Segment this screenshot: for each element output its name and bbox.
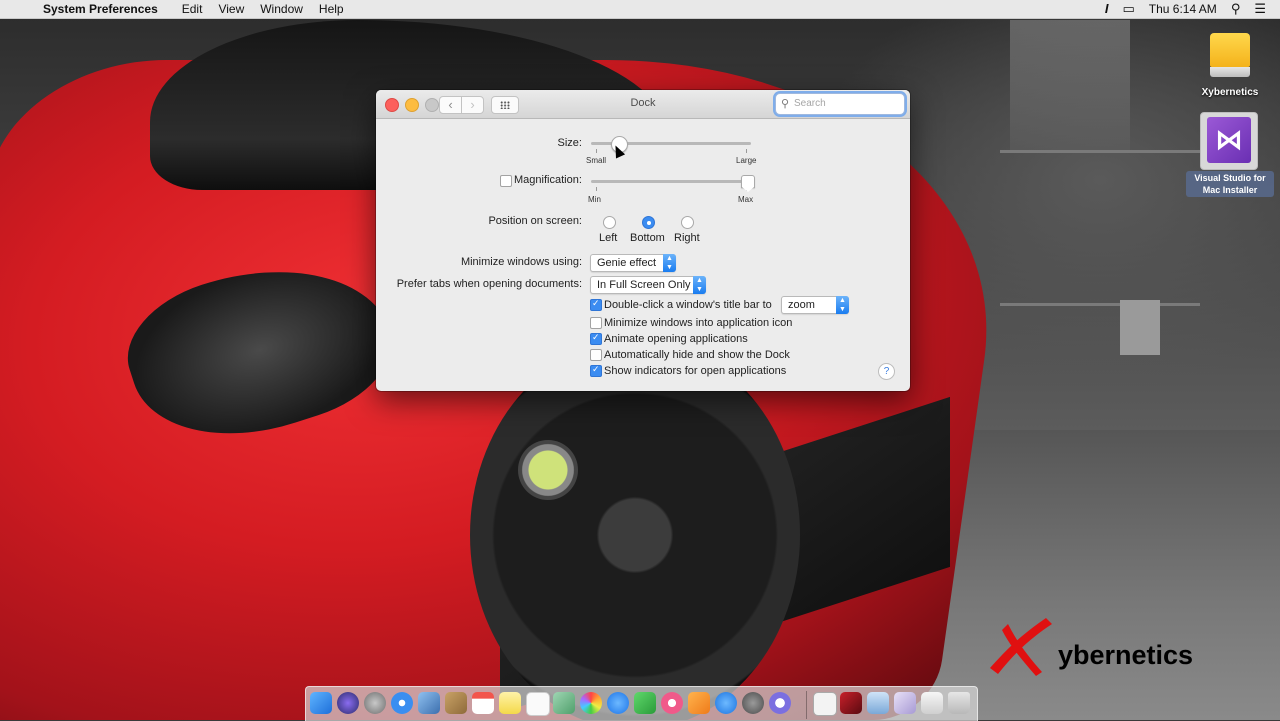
menu-bar: System Preferences Edit View Window Help… — [0, 0, 1280, 19]
visual-studio-installer-icon[interactable]: ⋈ — [1200, 112, 1258, 170]
menu-edit[interactable]: Edit — [182, 0, 203, 18]
screenshot-icon[interactable] — [840, 692, 862, 714]
show-indicators-label[interactable]: Show indicators for open applications — [604, 365, 786, 377]
minimize-effect-value: Genie effect — [597, 257, 657, 269]
ibooks-icon[interactable] — [688, 692, 710, 714]
prefer-tabs-label: Prefer tabs when opening documents: — [396, 278, 582, 290]
position-bottom-radio[interactable] — [642, 216, 655, 229]
animate-opening-checkbox[interactable] — [590, 332, 602, 345]
minimize-into-icon-checkbox[interactable] — [590, 317, 602, 329]
installer-thumbnail-icon[interactable] — [894, 692, 916, 714]
window-content: Size: Small Large Magnification: Min Max… — [376, 118, 910, 391]
drive-icon[interactable] — [1210, 33, 1250, 81]
menu-view[interactable]: View — [218, 0, 244, 18]
downloads-icon[interactable] — [769, 692, 791, 714]
menu-app-name[interactable]: System Preferences — [43, 0, 158, 18]
position-bottom-label[interactable]: Bottom — [630, 232, 665, 244]
size-min-label: Small — [586, 156, 607, 165]
show-indicators-checkbox[interactable] — [590, 364, 602, 377]
safari-icon[interactable] — [391, 692, 413, 714]
menu-clock[interactable]: Thu 6:14 AM — [1149, 0, 1217, 18]
double-click-checkbox[interactable] — [590, 298, 602, 311]
search-field[interactable]: ⚲ Search — [775, 93, 905, 115]
dock-separator — [806, 691, 807, 719]
magnification-max-label: Max — [738, 195, 754, 204]
magnification-slider-track[interactable] — [591, 180, 751, 183]
autohide-dock-label[interactable]: Automatically hide and show the Dock — [604, 349, 790, 361]
facetime-icon[interactable] — [634, 692, 656, 714]
menu-help[interactable]: Help — [319, 0, 344, 18]
popup-arrows-icon: ▲ ▼ — [693, 276, 706, 294]
popup-arrows-icon: ▲ ▼ — [836, 296, 849, 314]
notification-center-icon[interactable]: ☰ — [1254, 0, 1266, 18]
spotlight-search-icon[interactable]: ⚲ — [1231, 0, 1241, 18]
minimize-into-icon-label[interactable]: Minimize windows into application icon — [604, 317, 792, 329]
prefer-tabs-popup[interactable]: In Full Screen Only ▲ ▼ — [590, 276, 706, 294]
mail-icon[interactable] — [418, 692, 440, 714]
magnification-slider-knob[interactable] — [740, 175, 755, 192]
visual-studio-installer-label[interactable]: Visual Studio for Mac Installer — [1186, 171, 1274, 197]
wallpaper-stool — [1120, 300, 1160, 355]
magnification-checkbox[interactable] — [500, 175, 512, 187]
menu-extras: I ▭ Thu 6:14 AM ⚲ ☰ — [1105, 0, 1280, 18]
text-cursor-icon[interactable]: I — [1105, 0, 1109, 18]
menu-window[interactable]: Window — [260, 0, 303, 18]
xybernetics-x-logo-icon — [990, 618, 1052, 676]
double-click-action-popup[interactable]: zoom ▲ ▼ — [781, 296, 849, 314]
document-icon[interactable] — [813, 692, 837, 716]
position-right-label[interactable]: Right — [674, 232, 700, 244]
magnification-min-label: Min — [588, 195, 601, 204]
position-right-radio[interactable] — [681, 216, 694, 229]
minimize-effect-popup[interactable]: Genie effect ▲ ▼ — [590, 254, 676, 272]
minimize-label: Minimize windows using: — [460, 256, 582, 268]
finder-window-thumbnail-icon[interactable] — [921, 692, 943, 714]
size-label: Size: — [557, 137, 582, 149]
system-preferences-icon[interactable] — [742, 692, 764, 714]
calendar-icon[interactable] — [472, 692, 494, 714]
autohide-dock-checkbox[interactable] — [590, 349, 602, 361]
reminders-icon[interactable] — [526, 692, 550, 716]
position-left-label[interactable]: Left — [599, 232, 617, 244]
help-button[interactable]: ? — [878, 363, 895, 380]
wallpaper-car-wheel-hub — [518, 440, 578, 500]
photos-icon[interactable] — [580, 692, 602, 714]
messages-icon[interactable] — [607, 692, 629, 714]
wallpaper-shelf — [1000, 150, 1200, 306]
screen-mirroring-icon[interactable]: ▭ — [1122, 0, 1134, 18]
position-left-radio[interactable] — [603, 216, 616, 229]
drive-label[interactable]: Xybernetics — [1185, 87, 1275, 98]
app-store-icon[interactable] — [715, 692, 737, 714]
search-icon: ⚲ — [781, 98, 790, 110]
contacts-icon[interactable] — [445, 692, 467, 714]
finder-icon[interactable] — [310, 692, 332, 714]
itunes-icon[interactable] — [661, 692, 683, 714]
notes-icon[interactable] — [499, 692, 521, 714]
double-click-label[interactable]: Double-click a window's title bar to — [604, 299, 772, 311]
window-titlebar[interactable]: ‹ › Dock ⚲ Search — [376, 90, 910, 119]
wallpaper-car-front-wheel — [470, 340, 800, 720]
size-max-label: Large — [736, 156, 757, 165]
wallpaper-garage-window — [1010, 20, 1130, 150]
size-tick-max — [746, 149, 747, 153]
trash-icon[interactable] — [948, 692, 970, 714]
dock — [305, 686, 978, 721]
window-thumbnail-icon[interactable] — [867, 692, 889, 714]
double-click-action-value: zoom — [788, 299, 815, 311]
dock-preferences-window: ‹ › Dock ⚲ Search Size: Small Large Magn… — [376, 90, 910, 391]
siri-icon[interactable] — [337, 692, 359, 714]
size-tick-min — [596, 149, 597, 153]
popup-arrows-icon: ▲ ▼ — [663, 254, 676, 272]
animate-opening-label[interactable]: Animate opening applications — [604, 333, 748, 345]
search-placeholder: Search — [794, 98, 826, 109]
maps-icon[interactable] — [553, 692, 575, 714]
magnification-tick-min — [596, 187, 597, 191]
xybernetics-watermark-text: ybernetics — [1058, 640, 1194, 670]
magnification-label[interactable]: Magnification: — [514, 174, 582, 186]
prefer-tabs-value: In Full Screen Only — [597, 279, 691, 291]
position-label: Position on screen: — [488, 215, 582, 227]
launchpad-icon[interactable] — [364, 692, 386, 714]
